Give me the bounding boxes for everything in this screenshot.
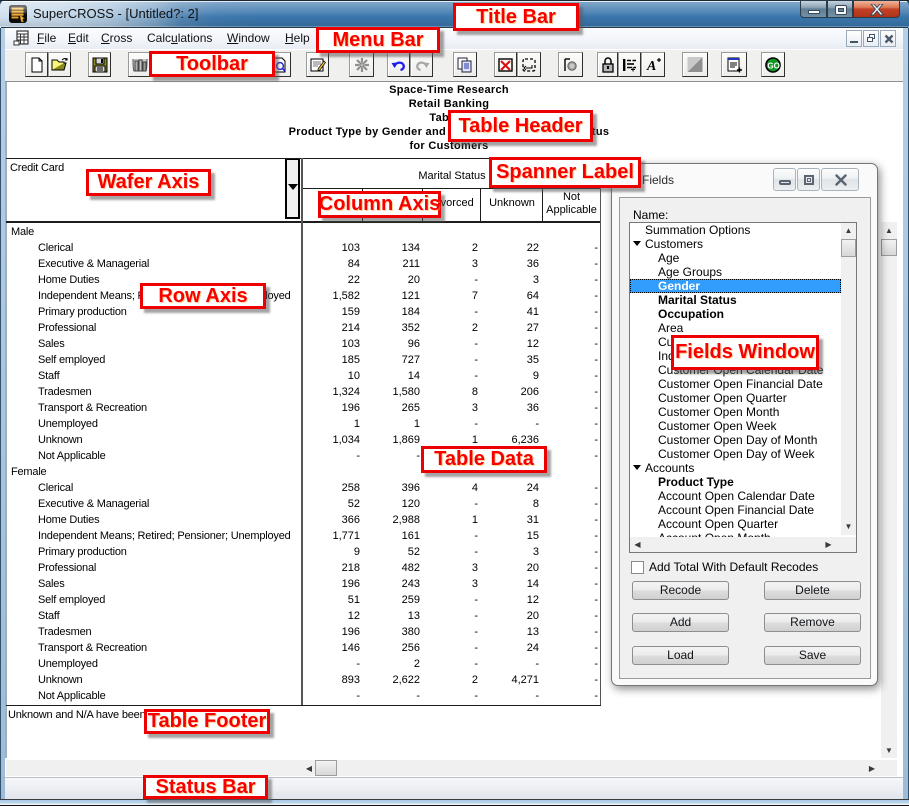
svg-text:A: A	[646, 59, 656, 73]
svg-text:GO: GO	[767, 61, 779, 70]
